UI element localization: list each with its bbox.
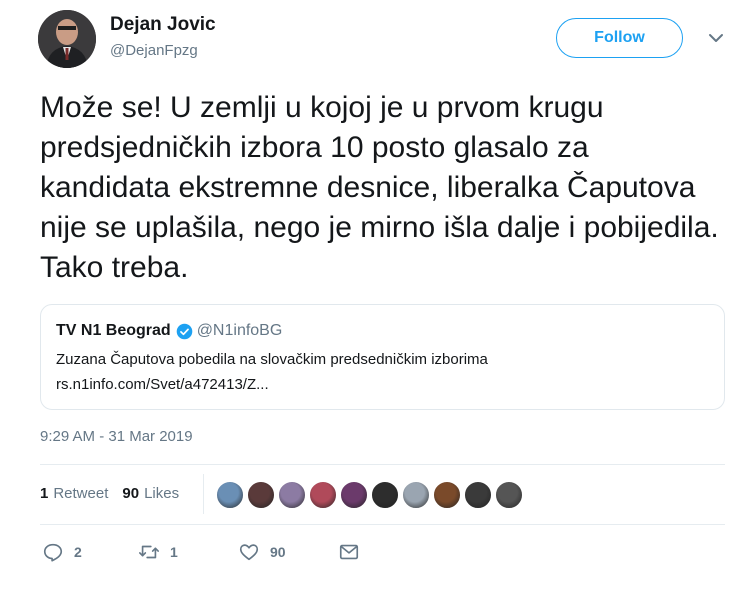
tweet-actions: 2 1 90 (42, 541, 370, 563)
liker-avatar[interactable] (308, 480, 338, 510)
reply-count: 2 (74, 544, 82, 560)
author-avatar[interactable] (38, 10, 96, 68)
retweet-action[interactable]: 1 (138, 541, 238, 563)
reply-action[interactable]: 2 (42, 541, 138, 563)
like-action[interactable]: 90 (238, 541, 338, 563)
retweets-label: Retweet (53, 485, 109, 502)
liker-avatar[interactable] (277, 480, 307, 510)
tweet-text: Može se! U zemlji u kojoj je u prvom kru… (40, 91, 727, 284)
envelope-icon (339, 544, 359, 560)
tweet-timestamp[interactable]: 9:29 AM - 31 Mar 2019 (40, 428, 193, 445)
quoted-tweet-text: Zuzana Čaputova pobedila na slovačkim pr… (56, 351, 488, 368)
verified-badge-icon (176, 323, 192, 339)
quoted-tweet-link[interactable]: rs.n1info.com/Svet/a472413/Z... (56, 376, 269, 393)
likes-count: 90 (122, 485, 140, 502)
liker-avatar[interactable] (370, 480, 400, 510)
stats-separator (203, 474, 204, 514)
liker-avatar[interactable] (432, 480, 462, 510)
likes-stat[interactable]: 90 Likes (122, 485, 179, 502)
follow-button[interactable]: Follow (556, 18, 683, 58)
author-name[interactable]: Dejan Jovic (110, 14, 216, 36)
quoted-author-name: TV N1 Beograd (56, 322, 171, 339)
retweets-count: 1 (40, 485, 49, 502)
liker-avatar[interactable] (215, 480, 245, 510)
retweet-count: 1 (170, 544, 178, 560)
retweets-stat[interactable]: 1 Retweet (40, 485, 108, 502)
liker-avatar[interactable] (494, 480, 524, 510)
quoted-tweet-header: TV N1 Beograd @N1infoBG (56, 322, 282, 340)
divider (40, 464, 725, 465)
divider (40, 524, 725, 525)
liker-avatar[interactable] (246, 480, 276, 510)
reply-icon (43, 543, 63, 562)
likers-avatars (215, 480, 525, 510)
liker-avatar[interactable] (463, 480, 493, 510)
quoted-author-handle: @N1infoBG (196, 322, 283, 339)
retweet-icon (139, 545, 159, 559)
liker-avatar[interactable] (401, 480, 431, 510)
chevron-down-icon[interactable] (706, 28, 726, 48)
heart-icon (239, 544, 259, 561)
direct-message-action[interactable] (338, 541, 370, 563)
author-handle[interactable]: @DejanFpzg (110, 42, 198, 59)
engagement-stats: 1 Retweet 90 Likes (40, 485, 179, 502)
like-count: 90 (270, 544, 286, 560)
quoted-tweet[interactable]: TV N1 Beograd @N1infoBG Zuzana Čaputova … (40, 304, 725, 410)
likes-label: Likes (144, 485, 180, 502)
liker-avatar[interactable] (339, 480, 369, 510)
